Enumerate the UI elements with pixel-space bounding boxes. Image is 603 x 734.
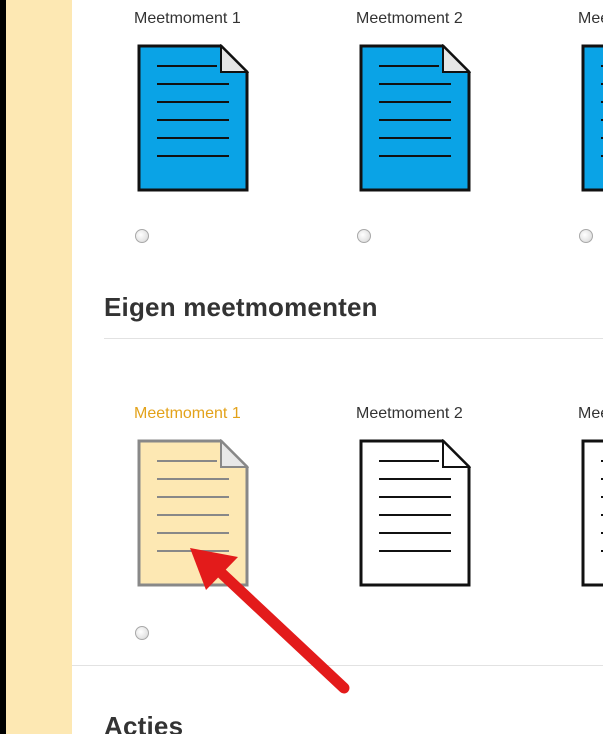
blue-document-icon [359,44,471,192]
standard-moment-2-radio[interactable] [357,229,371,243]
section-title-own-moments: Eigen meetmomenten [104,292,378,322]
sidebar [6,0,72,734]
own-moment-2-label: Meetmoment 2 [356,405,463,422]
standard-moment-3-label: Meetmoment 3 [578,10,603,27]
own-moment-1-label: Meetmoment 1 [134,405,241,422]
section-divider [72,665,603,666]
main-content: Meetmoment 1 Meetmoment 2 Me Eigen meetm… [72,0,603,734]
blue-document-icon [581,44,603,192]
standard-moment-3-radio[interactable] [579,229,593,243]
own-moment-1-radio[interactable] [135,626,149,640]
section-divider [104,338,603,339]
section-title-actions: Acties [104,711,184,734]
standard-moment-2-label: Meetmoment 2 [356,10,463,27]
white-document-icon [359,439,471,587]
blue-document-icon [137,44,249,192]
white-document-icon [581,439,603,587]
own-moment-3-label: Meetmoment 3 [578,405,603,422]
standard-moment-1-radio[interactable] [135,229,149,243]
standard-moment-1-label: Meetmoment 1 [134,10,241,27]
highlighted-document-icon [137,439,249,587]
